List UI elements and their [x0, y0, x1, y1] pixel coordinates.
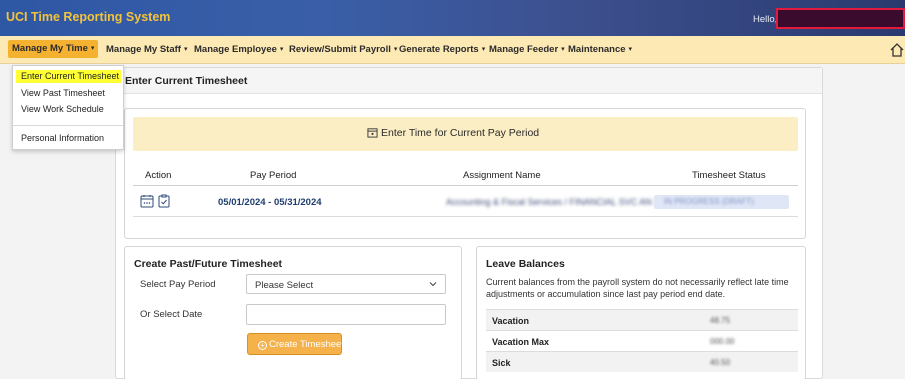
main-menu-bar: Manage My Time ▾ Manage My Staff ▾ Manage …	[0, 36, 905, 64]
col-assignment-name: Assignment Name	[463, 170, 541, 181]
menu-manage-my-staff[interactable]: Manage My Staff ▾	[106, 44, 187, 55]
leave-amount: 48.75	[710, 316, 731, 325]
menu-label: Maintenance	[568, 44, 626, 55]
menu-label: Review/Submit Payroll	[289, 44, 391, 55]
leave-amount: 000.00	[710, 337, 735, 346]
home-icon[interactable]	[889, 42, 905, 58]
leave-name: Sick	[492, 358, 511, 368]
create-timesheet-button[interactable]: + Create Timesheet	[247, 333, 344, 355]
leave-row-sick: Sick 40.50	[486, 351, 798, 372]
app-title[interactable]: UCI Time Reporting System	[6, 10, 170, 24]
dropdown-item-label: View Work Schedule	[21, 104, 104, 114]
chevron-down-icon: ▾	[481, 46, 486, 53]
menu-label: Manage Feeder	[489, 44, 559, 55]
col-timesheet-status: Timesheet Status	[692, 170, 766, 181]
chevron-down-icon: ▾	[561, 46, 565, 53]
leave-name: Vacation	[492, 316, 530, 326]
banner-content: Enter Time for Current Pay Period	[367, 127, 539, 139]
create-past-future-title: Create Past/Future Timesheet	[134, 258, 283, 270]
leave-balances-description: Current balances from the payroll system…	[486, 277, 789, 299]
menu-manage-my-time[interactable]: Manage My Time ▾	[8, 40, 99, 58]
pay-period-select[interactable]: Please Select	[246, 274, 446, 294]
or-select-date-label: Or Select Date	[140, 309, 203, 320]
assignment-name: Accounting & Fiscal Services / FINANCIAL…	[446, 197, 660, 207]
greeting-text: Hello,	[753, 14, 778, 25]
dropdown-item-label: Enter Current Timesheet	[21, 71, 120, 81]
dropdown-item-label: Personal Information	[21, 133, 105, 143]
select-pay-period-label: Select Pay Period	[140, 279, 216, 290]
date-input[interactable]	[246, 304, 446, 325]
chevron-down-icon: ▾	[279, 46, 284, 53]
page-title: Enter Current Timesheet	[125, 75, 248, 87]
menu-manage-feeder[interactable]: Manage Feeder ▾	[489, 44, 565, 55]
main-panel: Enter Current Timesheet Enter Time for C…	[115, 67, 823, 379]
status-badge: IN PROGRESS (DRAFT)	[654, 195, 789, 209]
banner-text: Enter Time for Current Pay Period	[381, 127, 540, 139]
menu-label: Manage Employee	[194, 44, 277, 55]
menu-review-submit-payroll[interactable]: Review/Submit Payroll ▾	[289, 44, 397, 55]
header-divider	[133, 185, 798, 186]
current-timesheet-card: Enter Time for Current Pay Period Action…	[124, 108, 806, 239]
leave-balances-card: Leave Balances Current balances from the…	[476, 246, 806, 379]
chevron-down-icon: ▾	[628, 46, 633, 53]
menu-label: Manage My Time	[12, 43, 88, 54]
panel-header: Enter Current Timesheet	[116, 68, 822, 94]
leave-amount: 40.50	[710, 358, 731, 367]
menu-label: Generate Reports	[399, 44, 479, 55]
user-name-redacted	[776, 8, 905, 29]
leave-name: Vacation Max	[492, 337, 550, 347]
leave-row-vacation: Vacation 48.75	[486, 309, 798, 330]
chevron-down-icon: ▾	[90, 45, 95, 52]
dropdown-item-view-past-timesheet[interactable]: View Past Timesheet	[13, 87, 123, 100]
chevron-down-icon	[429, 282, 437, 287]
leave-row-vacation-max: Vacation Max 000.00	[486, 330, 798, 351]
manage-my-time-dropdown: Enter Current Timesheet View Past Timesh…	[12, 65, 124, 150]
select-value: Please Select	[255, 280, 314, 291]
button-text: Create Timesheet	[269, 339, 344, 350]
col-action: Action	[145, 170, 172, 181]
dropdown-item-label: View Past Timesheet	[21, 88, 105, 98]
dropdown-item-view-work-schedule[interactable]: View Work Schedule	[13, 103, 123, 116]
menu-label: Manage My Staff	[106, 44, 181, 55]
top-header: UCI Time Reporting System Hello,	[0, 0, 905, 36]
leave-balances-title: Leave Balances	[486, 258, 565, 270]
current-period-banner: Enter Time for Current Pay Period	[133, 117, 798, 151]
calendar-clock-icon[interactable]	[140, 194, 154, 208]
pay-period-link[interactable]: 05/01/2024 - 05/31/2024	[218, 197, 322, 208]
clipboard-check-icon[interactable]	[157, 194, 171, 208]
dropdown-item-enter-current-timesheet[interactable]: Enter Current Timesheet	[16, 70, 121, 83]
calendar-icon	[367, 128, 378, 138]
row-divider	[133, 216, 798, 217]
dropdown-item-personal-information[interactable]: Personal Information	[13, 132, 123, 145]
menu-generate-reports[interactable]: Generate Reports ▾	[399, 44, 485, 55]
col-pay-period: Pay Period	[250, 170, 297, 181]
menu-manage-employee[interactable]: Manage Employee ▾	[194, 44, 283, 55]
dropdown-divider	[13, 125, 123, 126]
chevron-down-icon: ▾	[393, 46, 398, 53]
menu-maintenance[interactable]: Maintenance ▾	[568, 44, 632, 55]
chevron-down-icon: ▾	[183, 46, 188, 53]
create-past-future-card: Create Past/Future Timesheet Select Pay …	[124, 246, 462, 379]
create-timesheet-label: + Create Timesheet	[258, 339, 344, 350]
plus-circle-icon: +	[258, 341, 267, 350]
status-text: IN PROGRESS (DRAFT)	[664, 197, 754, 206]
